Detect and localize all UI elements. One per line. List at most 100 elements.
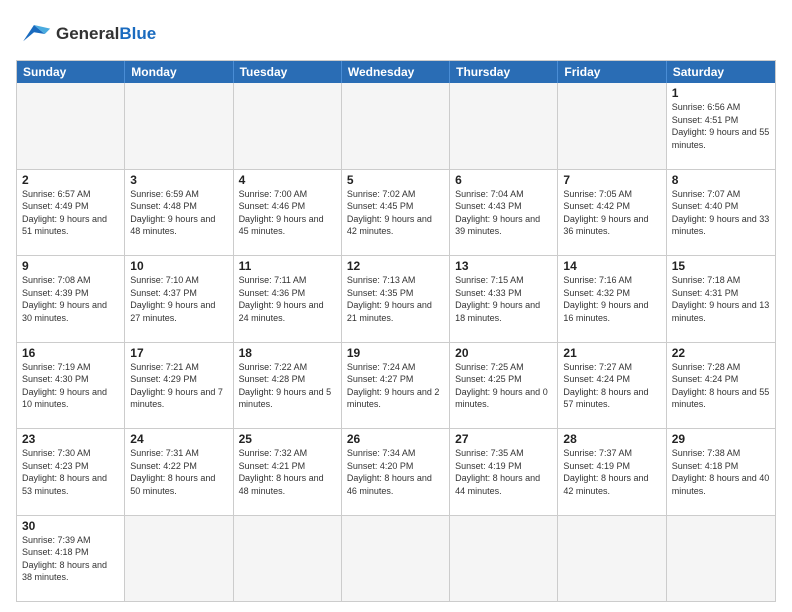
day-number: 24	[130, 432, 227, 446]
day-number: 14	[563, 259, 660, 273]
day-info: Sunrise: 7:37 AM Sunset: 4:19 PM Dayligh…	[563, 447, 660, 497]
calendar-cell: 30Sunrise: 7:39 AM Sunset: 4:18 PM Dayli…	[17, 516, 125, 602]
calendar-cell: 22Sunrise: 7:28 AM Sunset: 4:24 PM Dayli…	[667, 343, 775, 429]
day-info: Sunrise: 6:59 AM Sunset: 4:48 PM Dayligh…	[130, 188, 227, 238]
calendar-cell: 21Sunrise: 7:27 AM Sunset: 4:24 PM Dayli…	[558, 343, 666, 429]
day-info: Sunrise: 7:25 AM Sunset: 4:25 PM Dayligh…	[455, 361, 552, 411]
calendar-cell: 1Sunrise: 6:56 AM Sunset: 4:51 PM Daylig…	[667, 83, 775, 169]
calendar-cell: 18Sunrise: 7:22 AM Sunset: 4:28 PM Dayli…	[234, 343, 342, 429]
calendar-cell	[342, 83, 450, 169]
day-info: Sunrise: 7:19 AM Sunset: 4:30 PM Dayligh…	[22, 361, 119, 411]
calendar-week-0: 1Sunrise: 6:56 AM Sunset: 4:51 PM Daylig…	[17, 83, 775, 169]
day-number: 27	[455, 432, 552, 446]
day-info: Sunrise: 7:00 AM Sunset: 4:46 PM Dayligh…	[239, 188, 336, 238]
day-header-friday: Friday	[558, 61, 666, 83]
calendar-week-2: 9Sunrise: 7:08 AM Sunset: 4:39 PM Daylig…	[17, 255, 775, 342]
calendar-cell: 19Sunrise: 7:24 AM Sunset: 4:27 PM Dayli…	[342, 343, 450, 429]
calendar-cell: 27Sunrise: 7:35 AM Sunset: 4:19 PM Dayli…	[450, 429, 558, 515]
day-number: 28	[563, 432, 660, 446]
calendar-cell: 23Sunrise: 7:30 AM Sunset: 4:23 PM Dayli…	[17, 429, 125, 515]
day-number: 10	[130, 259, 227, 273]
day-info: Sunrise: 7:27 AM Sunset: 4:24 PM Dayligh…	[563, 361, 660, 411]
calendar-cell: 7Sunrise: 7:05 AM Sunset: 4:42 PM Daylig…	[558, 170, 666, 256]
calendar-cell: 24Sunrise: 7:31 AM Sunset: 4:22 PM Dayli…	[125, 429, 233, 515]
calendar-cell: 4Sunrise: 7:00 AM Sunset: 4:46 PM Daylig…	[234, 170, 342, 256]
day-info: Sunrise: 7:11 AM Sunset: 4:36 PM Dayligh…	[239, 274, 336, 324]
day-number: 6	[455, 173, 552, 187]
header: GeneralBlue	[16, 16, 776, 52]
day-info: Sunrise: 7:38 AM Sunset: 4:18 PM Dayligh…	[672, 447, 770, 497]
day-number: 23	[22, 432, 119, 446]
calendar-cell: 8Sunrise: 7:07 AM Sunset: 4:40 PM Daylig…	[667, 170, 775, 256]
day-number: 15	[672, 259, 770, 273]
day-info: Sunrise: 7:15 AM Sunset: 4:33 PM Dayligh…	[455, 274, 552, 324]
day-info: Sunrise: 7:18 AM Sunset: 4:31 PM Dayligh…	[672, 274, 770, 324]
calendar-cell	[558, 516, 666, 602]
day-info: Sunrise: 7:30 AM Sunset: 4:23 PM Dayligh…	[22, 447, 119, 497]
calendar-cell: 11Sunrise: 7:11 AM Sunset: 4:36 PM Dayli…	[234, 256, 342, 342]
day-info: Sunrise: 7:34 AM Sunset: 4:20 PM Dayligh…	[347, 447, 444, 497]
day-number: 17	[130, 346, 227, 360]
day-number: 30	[22, 519, 119, 533]
day-number: 2	[22, 173, 119, 187]
day-info: Sunrise: 7:21 AM Sunset: 4:29 PM Dayligh…	[130, 361, 227, 411]
day-number: 1	[672, 86, 770, 100]
calendar-cell	[667, 516, 775, 602]
day-number: 20	[455, 346, 552, 360]
calendar-cell	[450, 516, 558, 602]
day-info: Sunrise: 7:13 AM Sunset: 4:35 PM Dayligh…	[347, 274, 444, 324]
day-info: Sunrise: 7:08 AM Sunset: 4:39 PM Dayligh…	[22, 274, 119, 324]
calendar-week-4: 23Sunrise: 7:30 AM Sunset: 4:23 PM Dayli…	[17, 428, 775, 515]
calendar-cell: 28Sunrise: 7:37 AM Sunset: 4:19 PM Dayli…	[558, 429, 666, 515]
day-number: 5	[347, 173, 444, 187]
calendar-cell: 12Sunrise: 7:13 AM Sunset: 4:35 PM Dayli…	[342, 256, 450, 342]
day-header-monday: Monday	[125, 61, 233, 83]
calendar-cell	[125, 516, 233, 602]
day-number: 4	[239, 173, 336, 187]
calendar-cell	[234, 83, 342, 169]
calendar-cell: 3Sunrise: 6:59 AM Sunset: 4:48 PM Daylig…	[125, 170, 233, 256]
day-info: Sunrise: 7:02 AM Sunset: 4:45 PM Dayligh…	[347, 188, 444, 238]
day-info: Sunrise: 7:16 AM Sunset: 4:32 PM Dayligh…	[563, 274, 660, 324]
day-number: 21	[563, 346, 660, 360]
day-info: Sunrise: 7:22 AM Sunset: 4:28 PM Dayligh…	[239, 361, 336, 411]
calendar-header: SundayMondayTuesdayWednesdayThursdayFrid…	[17, 61, 775, 83]
calendar-cell: 26Sunrise: 7:34 AM Sunset: 4:20 PM Dayli…	[342, 429, 450, 515]
day-number: 13	[455, 259, 552, 273]
calendar-cell: 13Sunrise: 7:15 AM Sunset: 4:33 PM Dayli…	[450, 256, 558, 342]
calendar-cell: 6Sunrise: 7:04 AM Sunset: 4:43 PM Daylig…	[450, 170, 558, 256]
day-header-thursday: Thursday	[450, 61, 558, 83]
day-number: 11	[239, 259, 336, 273]
calendar-cell: 16Sunrise: 7:19 AM Sunset: 4:30 PM Dayli…	[17, 343, 125, 429]
day-info: Sunrise: 7:32 AM Sunset: 4:21 PM Dayligh…	[239, 447, 336, 497]
calendar-cell: 14Sunrise: 7:16 AM Sunset: 4:32 PM Dayli…	[558, 256, 666, 342]
calendar-cell: 17Sunrise: 7:21 AM Sunset: 4:29 PM Dayli…	[125, 343, 233, 429]
day-info: Sunrise: 7:07 AM Sunset: 4:40 PM Dayligh…	[672, 188, 770, 238]
day-info: Sunrise: 7:39 AM Sunset: 4:18 PM Dayligh…	[22, 534, 119, 584]
day-number: 26	[347, 432, 444, 446]
day-number: 29	[672, 432, 770, 446]
calendar-cell	[234, 516, 342, 602]
day-number: 19	[347, 346, 444, 360]
day-info: Sunrise: 6:57 AM Sunset: 4:49 PM Dayligh…	[22, 188, 119, 238]
calendar-cell	[450, 83, 558, 169]
day-info: Sunrise: 6:56 AM Sunset: 4:51 PM Dayligh…	[672, 101, 770, 151]
day-header-tuesday: Tuesday	[234, 61, 342, 83]
calendar-cell: 5Sunrise: 7:02 AM Sunset: 4:45 PM Daylig…	[342, 170, 450, 256]
day-header-saturday: Saturday	[667, 61, 775, 83]
day-info: Sunrise: 7:31 AM Sunset: 4:22 PM Dayligh…	[130, 447, 227, 497]
day-info: Sunrise: 7:35 AM Sunset: 4:19 PM Dayligh…	[455, 447, 552, 497]
calendar-cell: 15Sunrise: 7:18 AM Sunset: 4:31 PM Dayli…	[667, 256, 775, 342]
logo-icon	[16, 16, 52, 52]
day-number: 16	[22, 346, 119, 360]
calendar-week-1: 2Sunrise: 6:57 AM Sunset: 4:49 PM Daylig…	[17, 169, 775, 256]
calendar-cell	[558, 83, 666, 169]
day-info: Sunrise: 7:10 AM Sunset: 4:37 PM Dayligh…	[130, 274, 227, 324]
day-number: 8	[672, 173, 770, 187]
calendar-cell	[342, 516, 450, 602]
calendar-cell: 20Sunrise: 7:25 AM Sunset: 4:25 PM Dayli…	[450, 343, 558, 429]
day-number: 18	[239, 346, 336, 360]
logo-text: GeneralBlue	[56, 24, 156, 44]
day-number: 25	[239, 432, 336, 446]
calendar-cell: 29Sunrise: 7:38 AM Sunset: 4:18 PM Dayli…	[667, 429, 775, 515]
